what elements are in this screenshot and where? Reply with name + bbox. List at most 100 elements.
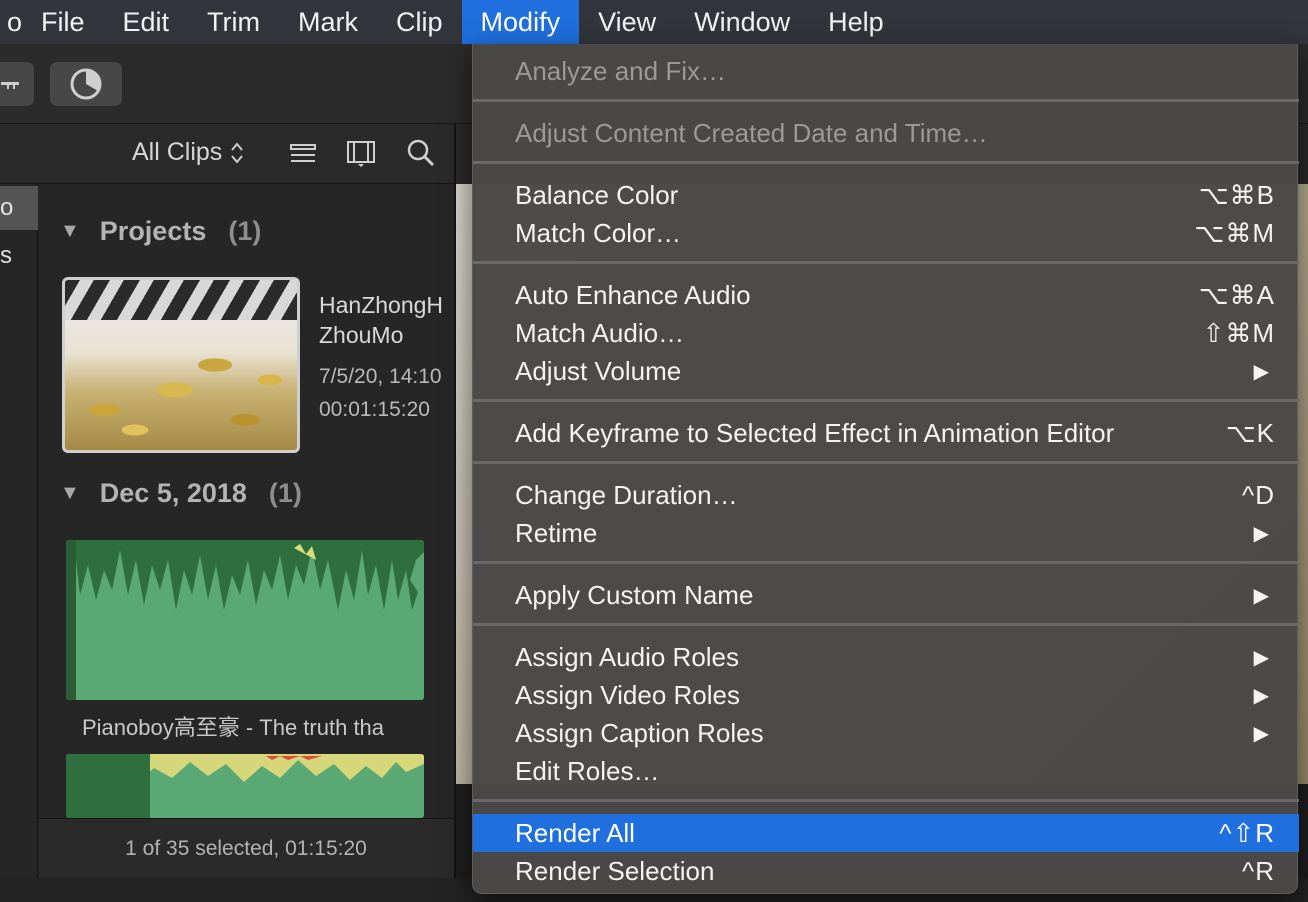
menu-item-shortcut: ^D (1242, 479, 1275, 510)
menu-item-add-keyframe[interactable]: Add Keyframe to Selected Effect in Anima… (473, 414, 1299, 452)
menu-item-label: Adjust Volume (515, 355, 682, 386)
submenu-arrow-icon: ▶ (1253, 646, 1269, 669)
menu-item-shortcut: ⌥⌘A (1198, 279, 1275, 310)
menubar-item-edit[interactable]: Edit (104, 0, 189, 44)
background-tasks-button[interactable] (50, 62, 122, 106)
menu-item-label: Match Color… (515, 217, 682, 248)
submenu-arrow-icon: ▶ (1253, 360, 1269, 383)
project-thumbnail[interactable] (62, 277, 300, 453)
keyword-icon (1, 82, 19, 89)
background-tasks-icon (70, 68, 102, 100)
menu-separator (473, 561, 1299, 564)
menu-item-edit-roles[interactable]: Edit Roles… (473, 752, 1299, 790)
menu-separator (473, 261, 1299, 264)
menubar-item-view[interactable]: View (579, 0, 675, 44)
section-header-projects[interactable]: ▼ Projects (1) (60, 216, 261, 247)
menu-item-label: Change Duration… (515, 479, 738, 510)
disclosure-triangle-icon[interactable]: ▼ (60, 220, 80, 243)
menu-item-label: Auto Enhance Audio (515, 279, 751, 310)
project-thumbnail-image (65, 320, 297, 450)
audio-waveform (66, 754, 424, 818)
menu-item-apply-custom-name[interactable]: Apply Custom Name ▶ (473, 576, 1299, 614)
menu-item-label: Add Keyframe to Selected Effect in Anima… (515, 417, 1115, 448)
menu-item-balance-color[interactable]: Balance Color ⌥⌘B (473, 176, 1299, 214)
menu-item-shortcut: ⌥K (1225, 417, 1275, 448)
menu-item-render-all[interactable]: Render All ^⇧R (473, 814, 1299, 852)
menu-item-label: Apply Custom Name (515, 579, 754, 610)
browser-status: 1 of 35 selected, 01:15:20 (38, 818, 454, 878)
project-duration: 00:01:15:20 (319, 398, 430, 421)
clapper-icon (65, 280, 297, 320)
menu-item-label: Assign Caption Roles (515, 717, 764, 748)
menu-item-label: Adjust Content Created Date and Time… (515, 117, 988, 148)
menu-item-adjust-volume[interactable]: Adjust Volume ▶ (473, 352, 1299, 390)
audio-waveform (66, 540, 424, 700)
filmstrip-view-icon[interactable] (346, 138, 376, 168)
menubar-item-app[interactable]: o (0, 0, 22, 44)
clip-title: Pianoboy高至豪 - The truth tha (82, 715, 385, 740)
menu-item-match-audio[interactable]: Match Audio… ⇧⌘M (473, 314, 1299, 352)
clip-filter-label: All Clips (132, 138, 223, 166)
menu-item-assign-video-roles[interactable]: Assign Video Roles ▶ (473, 676, 1299, 714)
menu-item-label: Render All (515, 817, 635, 848)
menu-separator (473, 399, 1299, 402)
menu-item-auto-enhance-audio[interactable]: Auto Enhance Audio ⌥⌘A (473, 276, 1299, 314)
browser-header: All Clips (0, 124, 454, 184)
section-count: (1) (228, 216, 262, 246)
submenu-arrow-icon: ▶ (1253, 522, 1269, 545)
menu-separator (473, 99, 1299, 102)
list-view-icon[interactable] (288, 138, 318, 168)
menu-item-label: Render Selection (515, 855, 715, 886)
sidebar-item-label[interactable]: o (0, 194, 13, 222)
menu-item-shortcut: ^⇧R (1219, 817, 1275, 848)
menu-item-shortcut: ⌥⌘M (1194, 217, 1275, 248)
clip-filter-popup[interactable]: All Clips (132, 138, 244, 167)
menubar-item-mark[interactable]: Mark (279, 0, 377, 44)
menu-item-label: Retime (515, 517, 598, 548)
section-title: Dec 5, 2018 (99, 478, 247, 508)
submenu-arrow-icon: ▶ (1253, 584, 1269, 607)
menu-separator (473, 799, 1299, 802)
menu-item-shortcut: ⌥⌘B (1198, 179, 1275, 210)
menu-item-change-duration[interactable]: Change Duration… ^D (473, 476, 1299, 514)
disclosure-triangle-icon[interactable]: ▼ (60, 482, 80, 505)
menu-item-shortcut: ⇧⌘M (1202, 317, 1275, 348)
menu-item-adjust-content-date[interactable]: Adjust Content Created Date and Time… (473, 114, 1299, 152)
menu-item-retime[interactable]: Retime ▶ (473, 514, 1299, 552)
keyword-button[interactable] (0, 62, 34, 106)
menu-item-label: Balance Color (515, 179, 679, 210)
project-name-line1: HanZhongH (319, 292, 444, 318)
menubar-item-clip[interactable]: Clip (377, 0, 462, 44)
menu-item-assign-caption-roles[interactable]: Assign Caption Roles ▶ (473, 714, 1299, 752)
audio-clip-thumbnail[interactable] (66, 754, 424, 818)
project-name-line2: ZhouMo (319, 322, 404, 348)
menubar-item-window[interactable]: Window (675, 0, 809, 44)
project-date: 7/5/20, 14:10 (319, 365, 442, 388)
menubar-item-trim[interactable]: Trim (188, 0, 279, 44)
menu-item-analyze-and-fix[interactable]: Analyze and Fix… (473, 52, 1299, 90)
menu-item-label: Analyze and Fix… (515, 55, 726, 86)
audio-clip-thumbnail[interactable] (66, 540, 424, 700)
menubar-item-file[interactable]: File (22, 0, 104, 44)
menu-item-render-selection[interactable]: Render Selection ^R (473, 852, 1299, 890)
library-sidebar: o s (0, 184, 38, 878)
search-icon[interactable] (406, 138, 436, 168)
menu-item-match-color[interactable]: Match Color… ⌥⌘M (473, 214, 1299, 252)
menu-item-label: Assign Video Roles (515, 679, 740, 710)
menu-separator (473, 161, 1299, 164)
menu-bar: o File Edit Trim Mark Clip Modify View W… (0, 0, 1308, 44)
menu-separator (473, 461, 1299, 464)
menu-item-label: Edit Roles… (515, 755, 660, 786)
sidebar-item-label[interactable]: s (0, 242, 12, 270)
menu-item-shortcut: ^R (1242, 855, 1275, 886)
menu-item-label: Match Audio… (515, 317, 685, 348)
menu-separator (473, 623, 1299, 626)
section-header-date[interactable]: ▼ Dec 5, 2018 (1) (60, 478, 302, 509)
section-count: (1) (268, 478, 302, 508)
menubar-item-modify[interactable]: Modify (461, 0, 580, 44)
section-title: Projects (99, 216, 207, 246)
menu-item-label: Assign Audio Roles (515, 641, 740, 672)
menubar-item-help[interactable]: Help (809, 0, 903, 44)
up-down-chevron-icon (231, 141, 244, 164)
menu-item-assign-audio-roles[interactable]: Assign Audio Roles ▶ (473, 638, 1299, 676)
